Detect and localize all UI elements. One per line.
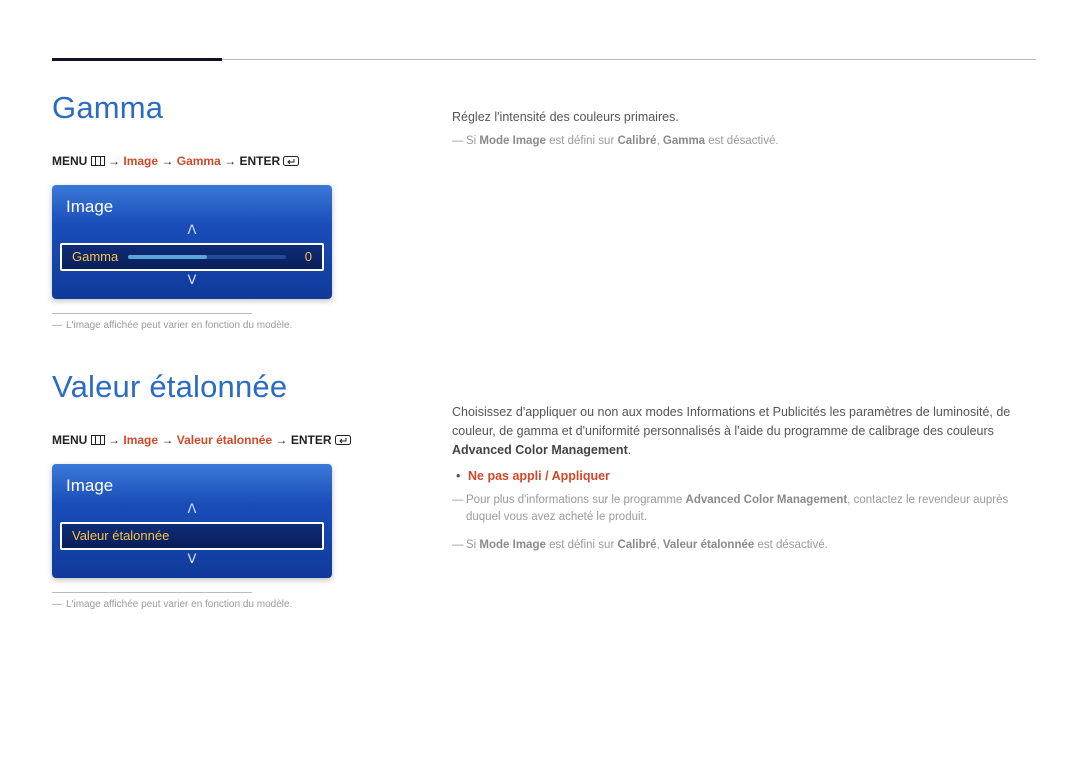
note-text: est défini sur: [546, 135, 618, 147]
breadcrumb-item: Valeur étalonnée: [177, 433, 272, 447]
note-text: Si: [466, 539, 479, 551]
osd-row-gamma[interactable]: Gamma 0: [60, 243, 324, 271]
breadcrumb-arrow: →: [161, 154, 173, 168]
note-bold: Calibré: [617, 135, 656, 147]
breadcrumb-arrow: →: [108, 433, 120, 447]
breadcrumb-menu: MENU: [52, 433, 87, 447]
chevron-up-icon[interactable]: ᐱ: [52, 223, 332, 241]
osd-row-value: 0: [296, 249, 312, 264]
note-bold: Valeur étalonnée: [663, 539, 754, 551]
note-bold: Gamma: [663, 135, 705, 147]
calibrated-note-1: Pour plus d'informations sur le programm…: [452, 492, 1036, 527]
note-bold: Mode Image: [479, 135, 545, 147]
note-text: est défini sur: [546, 539, 618, 551]
footnote-text: L'image affichée peut varier en fonction…: [66, 320, 292, 331]
breadcrumb-enter: ENTER: [239, 154, 280, 168]
breadcrumb-image: Image: [123, 433, 158, 447]
desc-bold: Advanced Color Management: [452, 443, 628, 457]
enter-icon: [283, 155, 299, 169]
footnote-dash: ―: [52, 599, 62, 610]
right-column: Réglez l'intensité des couleurs primaire…: [452, 90, 1036, 648]
gamma-description: Réglez l'intensité des couleurs primaire…: [452, 108, 1036, 127]
gamma-slider[interactable]: [128, 255, 286, 259]
calibrated-description: Choisissez d'appliquer ou non aux modes …: [452, 403, 1036, 461]
breadcrumb-menu: MENU: [52, 154, 87, 168]
footnote-gamma: ― L'image affichée peut varier en fonctio…: [52, 320, 392, 331]
note-bold: Mode Image: [479, 539, 545, 551]
breadcrumb-gamma: MENU → Image → Gamma → ENTER: [52, 154, 392, 169]
footnote-text: L'image affichée peut varier en fonction…: [66, 599, 292, 610]
breadcrumb-arrow: →: [108, 154, 120, 168]
osd-row-label: Gamma: [72, 249, 118, 264]
note-text: Pour plus d'informations sur le programm…: [466, 494, 686, 506]
section-title-gamma: Gamma: [52, 90, 392, 126]
note-text: Si: [466, 135, 479, 147]
breadcrumb-enter: ENTER: [291, 433, 332, 447]
breadcrumb-image: Image: [123, 154, 158, 168]
desc-text: Choisissez d'appliquer ou non aux modes …: [452, 405, 1010, 438]
left-column: Gamma MENU → Image → Gamma → ENTER Image…: [52, 90, 392, 648]
section-title-calibrated: Valeur étalonnée: [52, 369, 392, 405]
osd-title: Image: [52, 474, 332, 502]
breadcrumb-item: Gamma: [177, 154, 221, 168]
breadcrumb-arrow: →: [161, 433, 173, 447]
breadcrumb-arrow: →: [224, 154, 236, 168]
note-bold: Calibré: [617, 539, 656, 551]
note-text: est désactivé.: [754, 539, 828, 551]
desc-text: .: [628, 443, 631, 457]
osd-panel-gamma: Image ᐱ Gamma 0 ᐯ: [52, 185, 332, 299]
footnote-rule: [52, 592, 252, 593]
chevron-down-icon[interactable]: ᐯ: [52, 273, 332, 291]
footnote-calibrated: ― L'image affichée peut varier en fonctio…: [52, 599, 392, 610]
osd-row-calibrated[interactable]: Valeur étalonnée: [60, 522, 324, 550]
gamma-note: Si Mode Image est défini sur Calibré, Ga…: [452, 133, 1036, 150]
note-text: est désactivé.: [705, 135, 779, 147]
options-bullet: Ne pas appli / Appliquer: [452, 467, 1036, 486]
osd-title: Image: [52, 195, 332, 223]
page-root: Gamma MENU → Image → Gamma → ENTER Image…: [0, 0, 1080, 648]
osd-row-label: Valeur étalonnée: [72, 528, 169, 543]
menu-icon: [91, 434, 105, 448]
chevron-down-icon[interactable]: ᐯ: [52, 552, 332, 570]
osd-panel-calibrated: Image ᐱ Valeur étalonnée ᐯ: [52, 464, 332, 578]
header-rule: [52, 58, 1036, 72]
footnote-rule: [52, 313, 252, 314]
enter-icon: [335, 434, 351, 448]
content-columns: Gamma MENU → Image → Gamma → ENTER Image…: [52, 58, 1036, 648]
chevron-up-icon[interactable]: ᐱ: [52, 502, 332, 520]
note-bold: Advanced Color Management: [686, 494, 848, 506]
breadcrumb-arrow: →: [275, 433, 287, 447]
breadcrumb-calibrated: MENU → Image → Valeur étalonnée → ENTER: [52, 433, 392, 448]
menu-icon: [91, 155, 105, 169]
calibrated-note-2: Si Mode Image est défini sur Calibré, Va…: [452, 537, 1036, 554]
footnote-dash: ―: [52, 320, 62, 331]
